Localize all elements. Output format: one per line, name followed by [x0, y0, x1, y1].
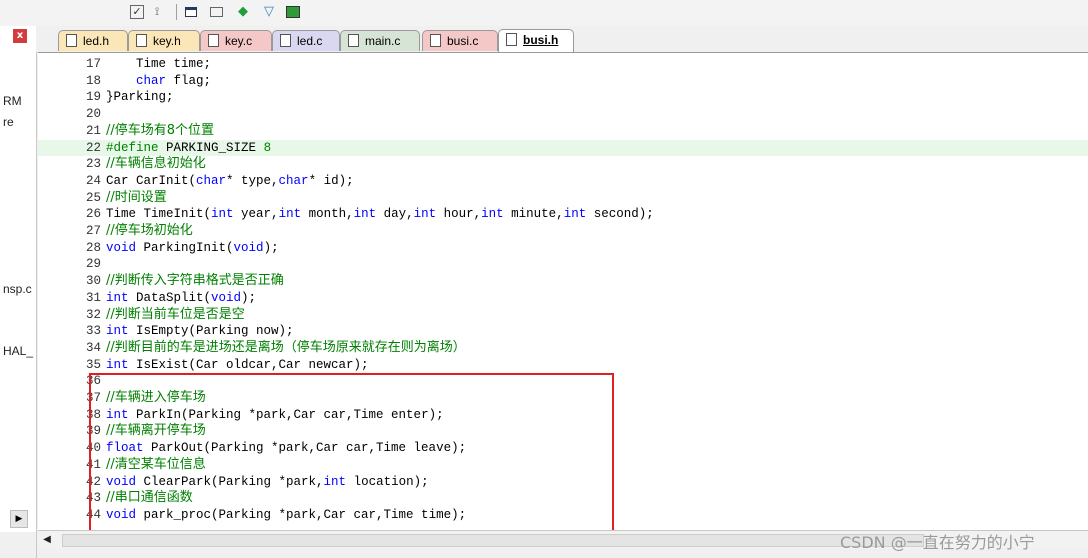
tab-busi-h[interactable]: busi.h [498, 29, 574, 52]
scroll-thumb[interactable] [62, 534, 924, 547]
code-line[interactable]: 27 //停车场初始化 [38, 223, 1088, 240]
checkbox-icon[interactable]: ✓ [130, 5, 144, 19]
scroll-right-icon[interactable]: ▶ [10, 510, 28, 528]
line-number: 33 [85, 324, 101, 339]
code-line[interactable]: 18 char flag; [38, 73, 1088, 90]
code-line[interactable]: 19 }Parking; [38, 89, 1088, 106]
code-line[interactable]: 17 Time time; [38, 56, 1088, 73]
layers-icon[interactable] [210, 7, 223, 17]
gem-icon[interactable]: ◆ [236, 5, 250, 19]
tab-label: key.h [153, 34, 181, 48]
tab-label: key.c [225, 34, 253, 48]
code-comment: //停车场初始化 [106, 223, 193, 238]
tab-key-c[interactable]: key.c [200, 30, 272, 51]
code-text: void ParkingInit(void); [106, 240, 279, 255]
file-icon [208, 34, 219, 47]
code-comment: //判断目前的车是进场还是离场（停车场原来就存在则为离场） [106, 339, 466, 355]
project-item[interactable]: re [3, 115, 36, 129]
toolbar-separator [176, 4, 177, 20]
file-icon [430, 34, 441, 47]
project-item[interactable]: nsp.c [3, 282, 36, 296]
line-number: 26 [85, 207, 101, 222]
tab-key-h[interactable]: key.h [128, 30, 200, 51]
code-text: int IsExist(Car oldcar,Car newcar); [106, 357, 369, 372]
code-line[interactable]: 30 //判断传入字符串格式是否正确 [38, 273, 1088, 290]
filter-icon[interactable]: ▽ [262, 5, 276, 19]
panel-footer [0, 532, 36, 558]
code-comment: //时间设置 [106, 189, 167, 205]
file-icon [66, 34, 77, 47]
line-number: 22 [85, 140, 101, 155]
line-number: 25 [85, 190, 101, 205]
code-comment: //判断传入字符串格式是否正确 [106, 273, 284, 289]
close-icon[interactable]: x [13, 29, 27, 43]
code-line[interactable]: 21 //停车场有8个位置 [38, 123, 1088, 140]
code-text: Time time; [106, 57, 212, 71]
code-comment: //车辆信息初始化 [106, 156, 206, 172]
line-number: 35 [85, 357, 101, 372]
project-item[interactable]: RM [3, 94, 36, 108]
line-number: 18 [85, 73, 101, 88]
scroll-left-icon[interactable]: ◀ [40, 533, 54, 547]
code-text: int DataSplit(void); [106, 290, 257, 305]
toolbar: ✓ ⟟ ◆ ▽ [0, 0, 1088, 26]
file-icon [506, 33, 517, 46]
code-line[interactable]: 28 void ParkingInit(void); [38, 240, 1088, 257]
line-number: 23 [85, 157, 101, 172]
code-line[interactable]: 22 #define PARKING_SIZE 8 [38, 139, 1088, 157]
code-line[interactable]: 35 int IsExist(Car oldcar,Car newcar); [38, 357, 1088, 374]
watermark: CSDN @一直在努力的小宁 [840, 533, 1035, 552]
code-text: int IsEmpty(Parking now); [106, 324, 294, 339]
line-number: 31 [85, 290, 101, 305]
magnet-icon[interactable]: ⟟ [150, 5, 164, 19]
code-text: char flag; [136, 73, 212, 88]
tab-main-c[interactable]: main.c [340, 30, 420, 51]
tab-label: busi.c [447, 34, 479, 48]
code-line[interactable]: 24 Car CarInit(char* type,char* id); [38, 173, 1088, 190]
file-icon [280, 34, 291, 47]
project-panel: x RM re nsp.c HAL_ ▶ [0, 26, 37, 558]
code-line[interactable]: 23 //车辆信息初始化 [38, 156, 1088, 173]
line-number: 30 [85, 274, 101, 289]
code-text: Car CarInit(char* type,char* id); [106, 173, 354, 188]
code-text: }Parking; [106, 90, 174, 105]
tab-label: led.c [297, 34, 323, 48]
line-number: 28 [85, 240, 101, 255]
code-line[interactable]: 34 //判断目前的车是进场还是离场（停车场原来就存在则为离场） [38, 340, 1088, 357]
code-line[interactable]: 32 //判断当前车位是否是空 [38, 307, 1088, 324]
file-tabs: led.h key.h key.c led.c main.c busi.c bu… [36, 26, 1088, 52]
line-number: 20 [85, 107, 101, 122]
line-number: 21 [85, 123, 101, 138]
project-item[interactable]: HAL_ [3, 344, 36, 358]
code-line[interactable]: 33 int IsEmpty(Parking now); [38, 323, 1088, 340]
tab-led-h[interactable]: led.h [58, 30, 128, 51]
file-icon [136, 34, 147, 47]
tab-led-c[interactable]: led.c [272, 30, 340, 51]
code-line[interactable]: 25 //时间设置 [38, 190, 1088, 207]
code-comment: //判断当前车位是否是空 [106, 306, 245, 322]
line-number: 32 [85, 307, 101, 322]
tab-label: led.h [83, 34, 110, 48]
tab-busi-c[interactable]: busi.c [422, 30, 498, 51]
code-line[interactable]: 20 [38, 106, 1088, 123]
window-icon[interactable] [185, 7, 197, 17]
line-number: 29 [85, 257, 101, 272]
code-line[interactable]: 26 Time TimeInit(int year,int month,int d… [38, 206, 1088, 223]
code-text: #define PARKING_SIZE 8 [106, 140, 272, 155]
grid-icon[interactable] [286, 6, 300, 18]
tab-label: main.c [365, 34, 401, 48]
line-number: 24 [85, 173, 101, 188]
code-line[interactable]: 29 [38, 256, 1088, 273]
line-number: 19 [85, 90, 101, 105]
code-line[interactable]: 31 int DataSplit(void); [38, 290, 1088, 307]
line-number: 27 [85, 224, 101, 238]
code-comment: //停车场有8个位置 [106, 122, 215, 138]
line-number: 17 [85, 57, 101, 71]
highlight-annotation-box [89, 373, 614, 533]
tab-label: busi.h [523, 33, 559, 47]
file-icon [348, 34, 359, 47]
code-text: Time TimeInit(int year,int month,int day… [106, 207, 654, 222]
line-number: 34 [85, 340, 101, 355]
